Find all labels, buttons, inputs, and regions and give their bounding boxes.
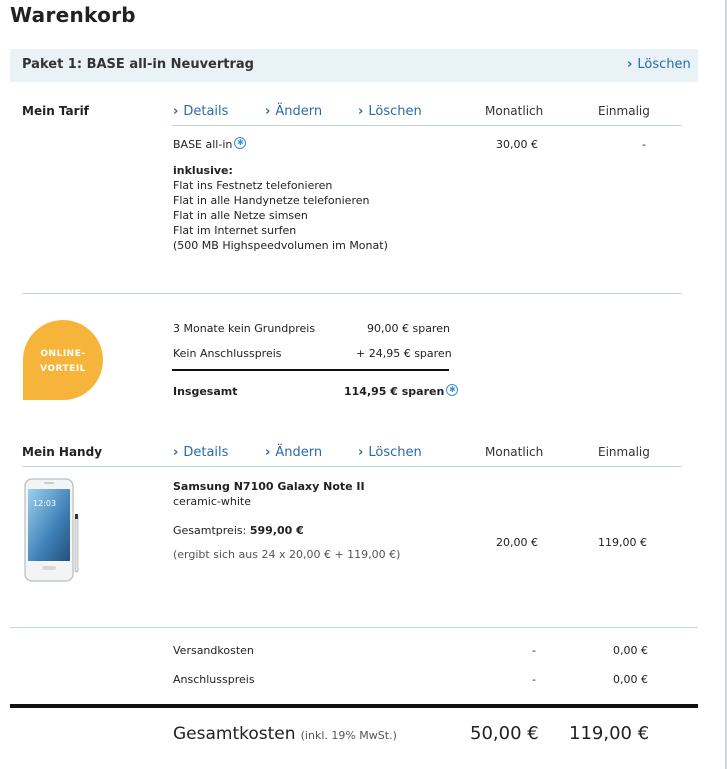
handy-col-monthly: Monatlich — [485, 445, 544, 459]
extra-label: Versandkosten — [173, 644, 254, 657]
handy-change-link[interactable]: › Ändern — [265, 445, 322, 460]
tarif-once: - — [642, 138, 646, 151]
extra-once: 0,00 € — [613, 673, 648, 686]
tarif-col-monthly: Monatlich — [485, 104, 544, 118]
divider — [22, 293, 682, 294]
extra-monthly: - — [532, 673, 536, 686]
grand-total-monthly: 50,00 € — [470, 723, 539, 744]
online-row-value: 90,00 € sparen — [367, 322, 450, 335]
extra-monthly: - — [532, 644, 536, 657]
handy-delete-label: Löschen — [368, 445, 422, 460]
paket-title: Paket 1: BASE all-in Neuvertrag — [22, 57, 254, 72]
info-icon[interactable]: ✱ — [234, 137, 247, 149]
handy-heading: Mein Handy — [22, 445, 103, 459]
tarif-name-row: BASE all-in ✱ — [173, 137, 247, 152]
phone-image: 12:03 — [24, 478, 79, 582]
page-title: Warenkorb — [10, 3, 136, 27]
divider — [172, 125, 682, 126]
online-row-value: + 24,95 € sparen — [356, 347, 452, 360]
online-total-row: 114,95 € sparen ✱ — [344, 384, 459, 399]
total-divider — [10, 704, 698, 708]
tarif-col-once: Einmalig — [598, 104, 650, 118]
badge-line: VORTEIL — [40, 364, 86, 374]
info-icon[interactable]: ✱ — [446, 384, 459, 396]
list-item: Flat in alle Handynetze telefonieren — [173, 194, 370, 207]
handy-name: Samsung N7100 Galaxy Note II — [173, 480, 365, 493]
online-row-label: 3 Monate kein Grundpreis — [173, 322, 316, 335]
badge-line: ONLINE- — [40, 349, 86, 359]
tarif-delete-label: Löschen — [368, 104, 422, 119]
chevron-right-icon: › — [358, 445, 364, 460]
grand-total-label-row: Gesamtkosten (inkl. 19% MwSt.) — [173, 724, 397, 744]
tarif-heading: Mein Tarif — [22, 104, 89, 118]
online-total-value: 114,95 € sparen — [344, 385, 445, 398]
tarif-monthly: 30,00 € — [496, 138, 538, 151]
online-row-label: Kein Anschlusspreis — [173, 347, 282, 360]
handy-color: ceramic-white — [173, 495, 251, 508]
tarif-details-label: Details — [183, 104, 229, 119]
grand-total-label: Gesamtkosten — [173, 724, 296, 744]
online-total-label: Insgesamt — [173, 385, 238, 398]
list-item: Flat im Internet surfen — [173, 224, 297, 237]
handy-price-value: 599,00 € — [249, 524, 304, 537]
chevron-right-icon: › — [173, 104, 179, 119]
list-item: (500 MB Highspeedvolumen im Monat) — [173, 239, 388, 252]
divider — [10, 627, 698, 628]
chevron-right-icon: › — [173, 445, 179, 460]
handy-change-label: Ändern — [275, 445, 323, 460]
tarif-change-link[interactable]: › Ändern — [265, 104, 322, 119]
list-item: Flat ins Festnetz telefonieren — [173, 179, 333, 192]
tarif-feature-list: Flat ins Festnetz telefonieren Flat in a… — [173, 178, 388, 253]
tarif-details-link[interactable]: › Details — [173, 104, 228, 119]
handy-once: 119,00 € — [598, 536, 647, 549]
chevron-right-icon: › — [265, 445, 271, 460]
online-vorteil-badge-text: ONLINE- VORTEIL — [23, 347, 103, 377]
handy-details-link[interactable]: › Details — [173, 445, 228, 460]
chevron-right-icon: › — [358, 104, 364, 119]
paket-delete-link[interactable]: › Löschen — [627, 57, 691, 72]
grand-total-note: (inkl. 19% MwSt.) — [300, 729, 397, 742]
handy-price-note: (ergibt sich aus 24 x 20,00 € + 119,00 €… — [173, 548, 401, 561]
list-item: Flat in alle Netze simsen — [173, 209, 308, 222]
handy-details-label: Details — [183, 445, 229, 460]
extra-label: Anschlusspreis — [173, 673, 255, 686]
grand-total-once: 119,00 € — [569, 723, 650, 744]
chevron-right-icon: › — [627, 57, 633, 72]
tarif-change-label: Ändern — [275, 104, 323, 119]
handy-monthly: 20,00 € — [496, 536, 538, 549]
handy-price-row: Gesamtpreis: 599,00 € — [173, 523, 304, 538]
divider — [22, 466, 682, 467]
phone-clock: 12:03 — [33, 499, 56, 508]
handy-col-once: Einmalig — [598, 445, 650, 459]
tarif-name: BASE all-in — [173, 138, 233, 151]
inklusive-label: inklusive: — [173, 164, 233, 177]
paket-delete-label: Löschen — [637, 57, 691, 72]
total-divider — [172, 369, 449, 371]
tarif-delete-link[interactable]: › Löschen — [358, 104, 422, 119]
chevron-right-icon: › — [265, 104, 271, 119]
handy-price-label: Gesamtpreis: — [173, 524, 247, 537]
extra-once: 0,00 € — [613, 644, 648, 657]
handy-delete-link[interactable]: › Löschen — [358, 445, 422, 460]
